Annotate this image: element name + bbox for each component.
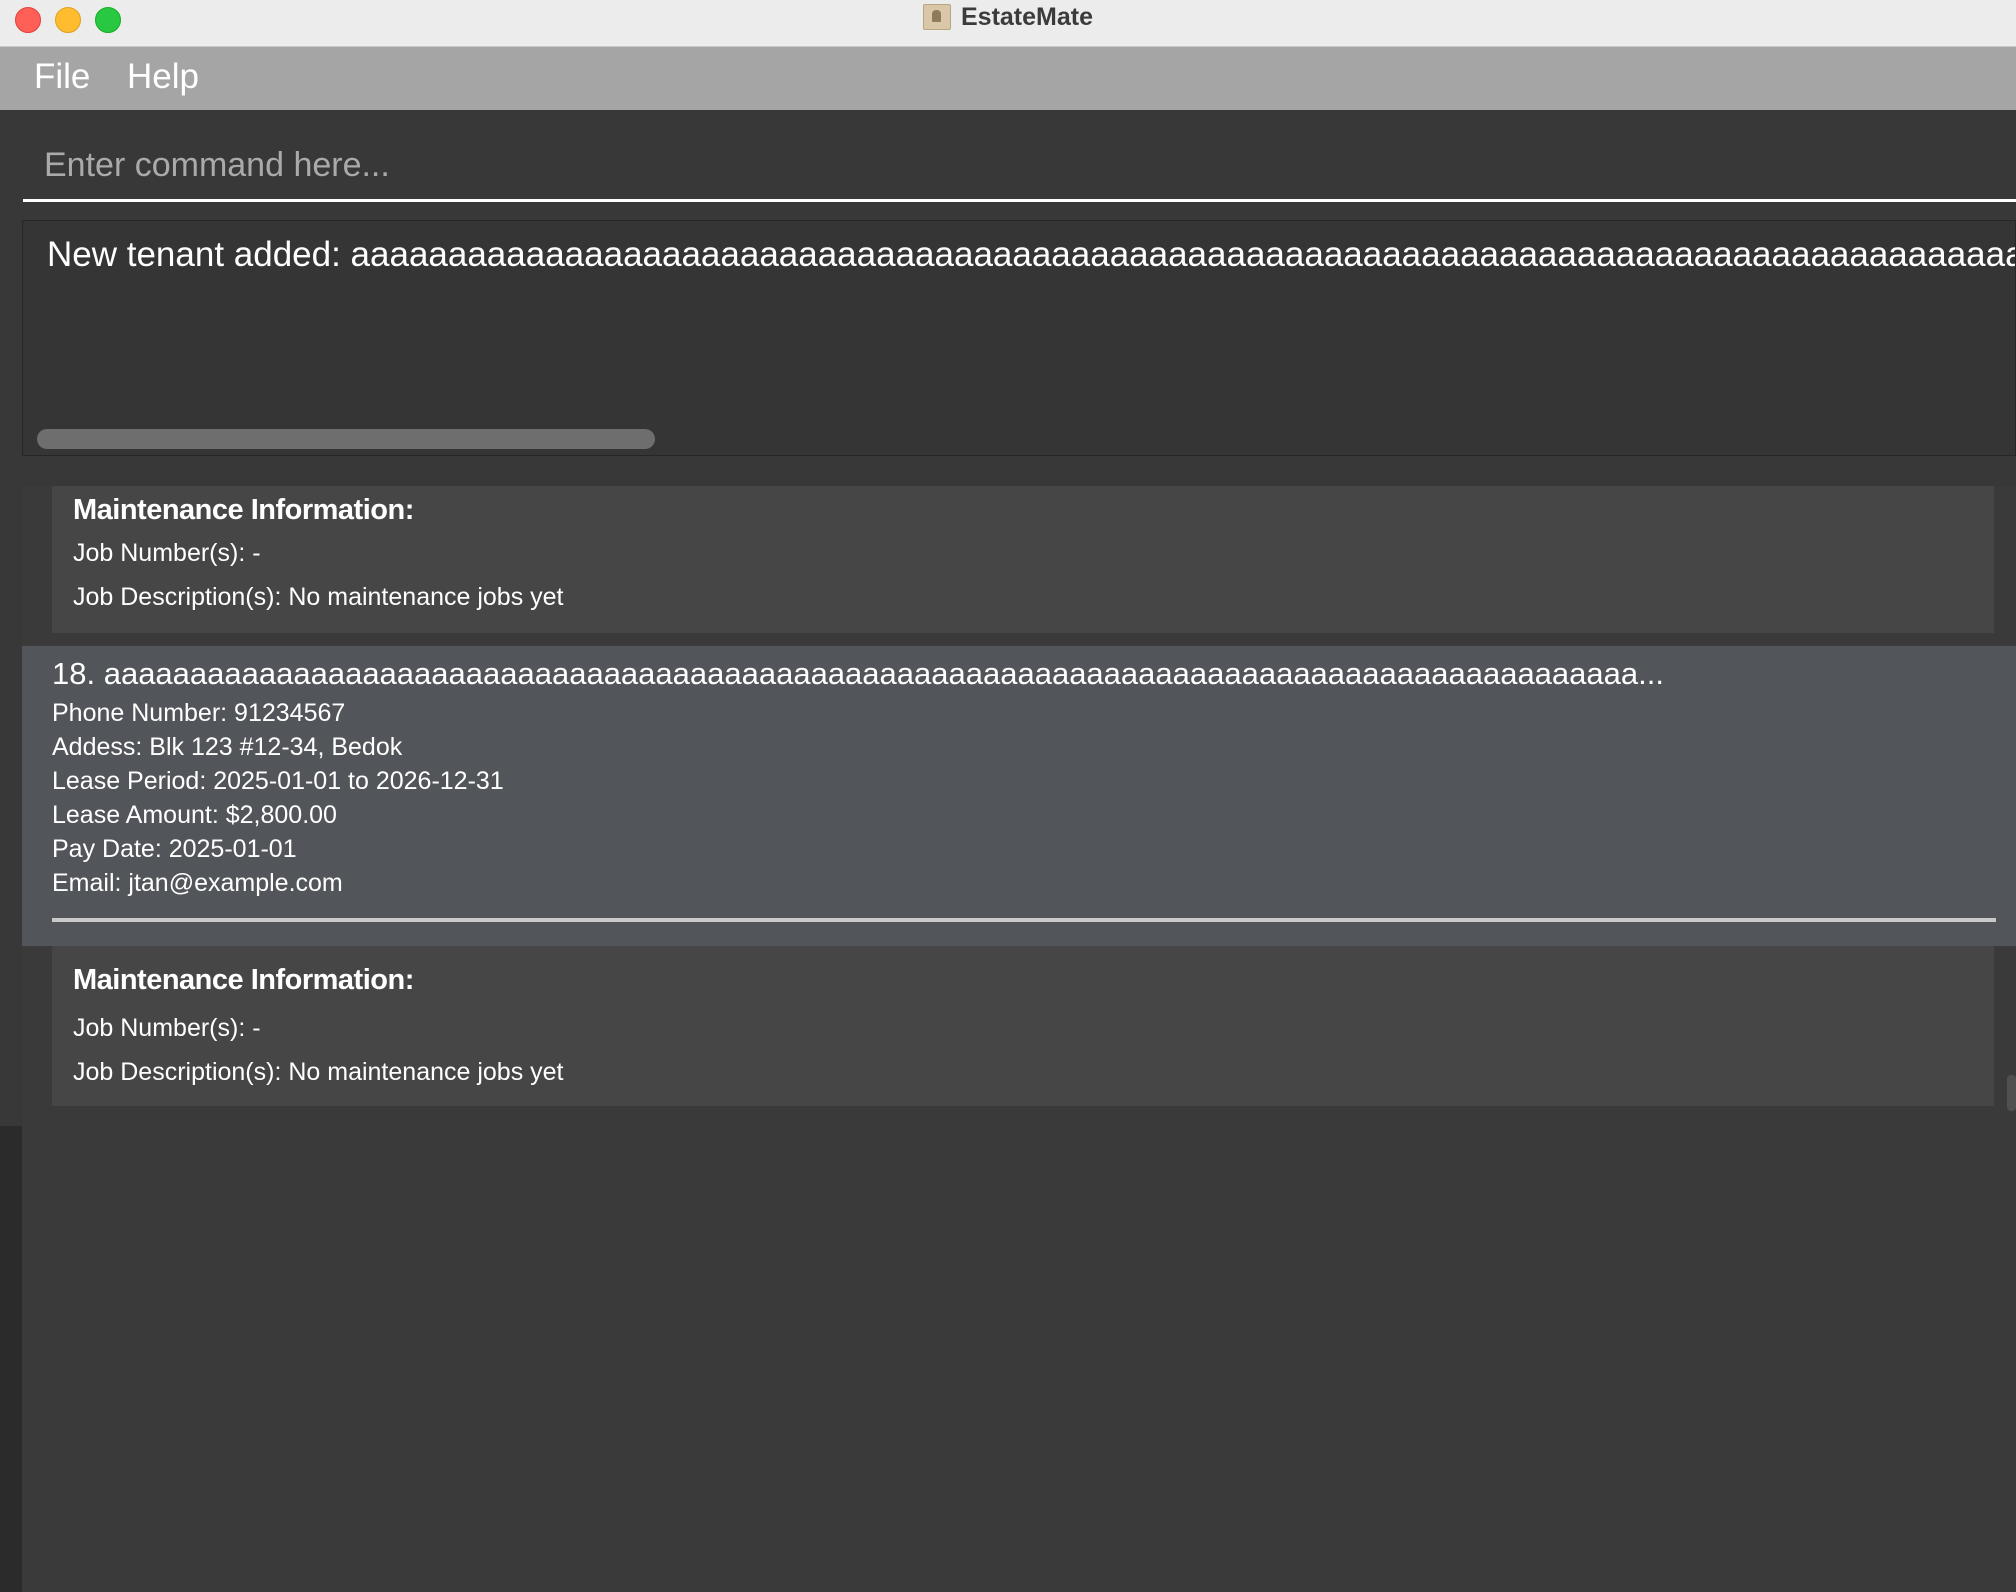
job-numbers: Job Number(s): - [73, 1014, 261, 1042]
result-display-area: New tenant added: aaaaaaaaaaaaaaaaaaaaaa… [0, 206, 2016, 466]
window-titlebar: EstateMate [0, 0, 2016, 47]
tenant-list-panel: Maintenance Information: Job Number(s): … [0, 466, 2016, 1592]
window-title: EstateMate [961, 2, 1093, 31]
tenant-name: 18. aaaaaaaaaaaaaaaaaaaaaaaaaaaaaaaaaaaa… [52, 656, 1664, 691]
window-title-group: EstateMate [0, 0, 2016, 34]
menu-bar: File Help [0, 47, 2016, 110]
maintenance-title: Maintenance Information: [73, 964, 414, 996]
tenant-address: Addess: Blk 123 #12-34, Bedok [52, 733, 403, 761]
tenant-lease-period: Lease Period: 2025-01-01 to 2026-12-31 [52, 767, 504, 795]
result-message: New tenant added: aaaaaaaaaaaaaaaaaaaaaa… [47, 235, 2016, 274]
tenant-pay-date: Pay Date: 2025-01-01 [52, 835, 297, 863]
tenant-list[interactable]: Maintenance Information: Job Number(s): … [22, 486, 2016, 1592]
tenant-email: Email: jtan@example.com [52, 869, 343, 897]
job-descriptions: Job Description(s): No maintenance jobs … [73, 583, 564, 611]
command-input[interactable] [23, 132, 2016, 202]
tenant-lease-amount: Lease Amount: $2,800.00 [52, 801, 337, 829]
command-area [0, 110, 2016, 206]
job-numbers: Job Number(s): - [73, 539, 261, 567]
menu-file[interactable]: File [34, 57, 90, 97]
tenant-separator [52, 918, 1996, 922]
maintenance-info-box: Maintenance Information: Job Number(s): … [52, 486, 1994, 633]
menu-help[interactable]: Help [127, 57, 199, 97]
maintenance-info-box: Maintenance Information: Job Number(s): … [52, 946, 1994, 1106]
horizontal-scrollbar[interactable] [37, 429, 655, 449]
job-descriptions: Job Description(s): No maintenance jobs … [73, 1058, 564, 1086]
result-display-box: New tenant added: aaaaaaaaaaaaaaaaaaaaaa… [22, 220, 2016, 456]
tenant-phone: Phone Number: 91234567 [52, 699, 346, 727]
maintenance-title: Maintenance Information: [73, 494, 414, 526]
app-icon [923, 4, 951, 30]
vertical-scrollbar[interactable] [2007, 1075, 2016, 1111]
tenant-card[interactable]: 18. aaaaaaaaaaaaaaaaaaaaaaaaaaaaaaaaaaaa… [22, 646, 2016, 1106]
